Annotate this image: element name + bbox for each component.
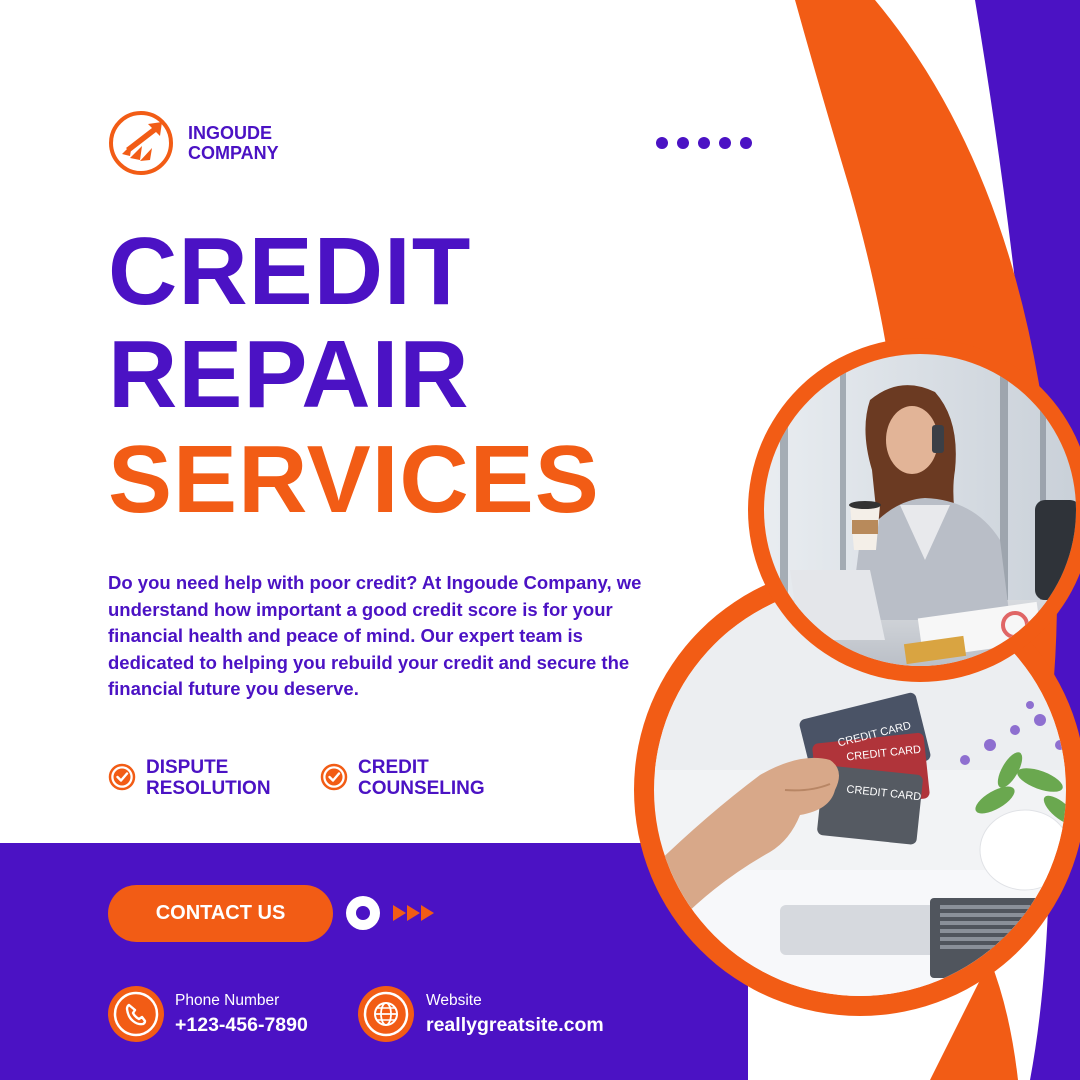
company-name-line2: COMPANY	[188, 143, 279, 163]
dot	[719, 137, 731, 149]
website-value[interactable]: reallygreatsite.com	[426, 1014, 604, 1036]
check-circle-icon	[320, 763, 348, 791]
dot	[740, 137, 752, 149]
headline-line1: CREDIT	[108, 218, 472, 325]
company-name-line1: INGOUDE	[188, 123, 273, 143]
rising-arrow-icon	[109, 111, 173, 175]
description: Do you need help with poor credit? At In…	[108, 572, 642, 699]
phone-label: Phone Number	[175, 992, 280, 1009]
decorative-dots	[656, 137, 752, 149]
feature-dispute-resolution: DISPUTE RESOLUTION	[108, 757, 271, 799]
company-name: INGOUDE COMPANY	[188, 123, 279, 163]
feature-2-line2: COUNSELING	[358, 778, 485, 799]
feature-2-line1: CREDIT	[358, 757, 429, 778]
contact-us-button[interactable]: CONTACT US	[108, 885, 333, 942]
purple-band	[0, 843, 748, 1080]
feature-1-line2: RESOLUTION	[146, 778, 271, 799]
globe-icon	[358, 986, 414, 1042]
ring-icon	[346, 896, 380, 930]
feature-credit-counseling: CREDIT COUNSELING	[320, 757, 485, 799]
phone-icon	[108, 986, 164, 1042]
flyer-canvas: CREDIT CARD CREDIT CARD CREDIT CARD INGO…	[0, 0, 1080, 1080]
dot	[656, 137, 668, 149]
phone-value[interactable]: +123-456-7890	[175, 1014, 308, 1036]
dot	[677, 137, 689, 149]
triple-arrow-icon	[393, 905, 434, 921]
feature-1-line1: DISPUTE	[146, 757, 229, 778]
check-circle-icon	[108, 763, 136, 791]
dot	[698, 137, 710, 149]
headline-line3: SERVICES	[108, 426, 600, 533]
headline-line2: REPAIR	[108, 321, 470, 428]
website-label: Website	[426, 992, 482, 1009]
